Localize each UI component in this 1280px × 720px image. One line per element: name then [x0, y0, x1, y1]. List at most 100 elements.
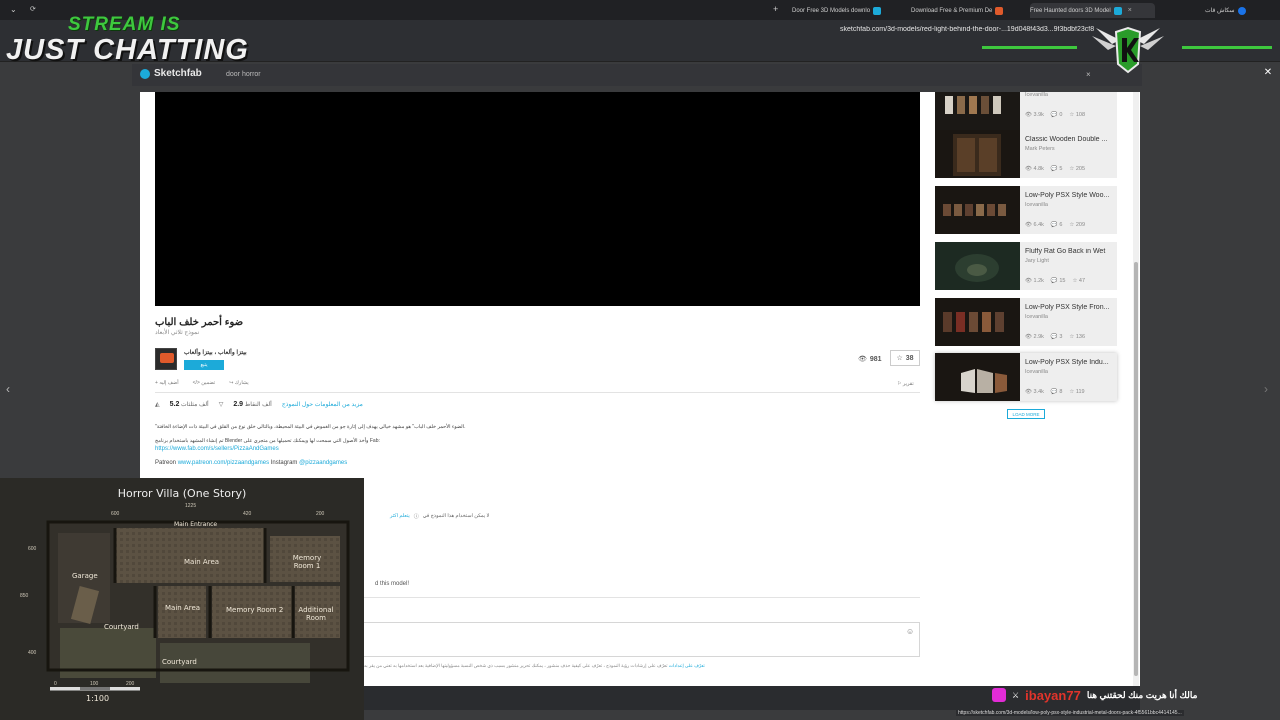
room-label: Main Entrance — [174, 521, 218, 528]
model-author[interactable]: Jary Light — [1025, 258, 1049, 264]
dimension-label: 850 — [20, 593, 29, 599]
front-doors-thumbnail — [943, 312, 1004, 332]
add-to-button[interactable]: + أضف إليه — [155, 380, 179, 386]
triangles-icon: ◭ — [155, 402, 160, 408]
model-name[interactable]: Low-Poly PSX Style Woo... — [1025, 192, 1117, 199]
scrollbar-thumb[interactable] — [1134, 262, 1138, 676]
tab-haunted-doors[interactable]: Free Haunted doors 3D Model × — [1030, 3, 1155, 18]
author-name[interactable]: بيتزا وألعاب ، بيتزا وألعاب — [184, 349, 247, 356]
previous-arrow-icon[interactable]: ‹ — [6, 382, 10, 396]
tab-profile[interactable]: سكاش قات — [1205, 3, 1260, 18]
floorplan-overlay: Horror Villa (One Story) Main Entrance M… — [0, 478, 364, 720]
close-tab-icon[interactable]: × — [1128, 7, 1132, 14]
model-author[interactable]: Icevanilla — [1025, 202, 1048, 208]
model-name[interactable]: Fluffy Rat Go Back in Wet — [1025, 248, 1117, 255]
triangles-stat: 5.2 ألف مثلثات — [169, 401, 209, 408]
eye-icon: 👁 — [858, 356, 867, 363]
model-actions: + أضف إليه </> تضمين ↪ يشارك — [155, 380, 249, 386]
refresh-icon[interactable]: ⟳ — [30, 5, 36, 13]
close-icon[interactable]: ✕ — [1262, 67, 1274, 79]
metal-doors-thumbnail — [961, 369, 1007, 393]
views-value: 981 — [869, 355, 882, 363]
sketchfab-header — [132, 64, 1142, 86]
instagram-link[interactable]: @pizzaandgames — [299, 460, 347, 466]
sketchfab-logo-icon — [140, 68, 150, 79]
tab-label: Free Haunted doors 3D Model — [1030, 7, 1111, 14]
report-button[interactable]: ⚐ تقرير — [897, 381, 914, 387]
next-arrow-icon[interactable]: › — [1264, 382, 1268, 396]
clear-search-icon[interactable]: × — [1086, 70, 1091, 79]
model-name[interactable]: Classic Wooden Double ... — [1025, 136, 1117, 143]
more-info-link[interactable]: مزيد من المعلومات حول النموذج — [282, 401, 363, 408]
chat-message: ⚔ ibayan77 مالك أنا هريت منك لحقتني هنا — [992, 686, 1280, 704]
follow-button[interactable]: يتبع — [184, 360, 224, 370]
model-thumbnail[interactable] — [935, 242, 1020, 290]
model-thumbnail[interactable] — [935, 298, 1020, 346]
license-line: يتعلم اكثر ⓘ لا يمكن استخدام هذا النموذج… — [390, 513, 489, 520]
related-model-card[interactable]: Low-Poly PSX Style Indu... Icevanilla 👁 … — [935, 353, 1117, 401]
room-label: Main Area — [184, 558, 220, 566]
patreon-label: Patreon — [155, 460, 177, 466]
model-author[interactable]: Mark Peters — [1025, 146, 1055, 152]
comment-input[interactable] — [360, 622, 920, 657]
model-thumbnail[interactable] — [935, 186, 1020, 234]
search-input[interactable]: door horror — [226, 71, 261, 78]
dimension-label: 600 — [111, 511, 120, 517]
model-title: ضوء أحمر خلف الباب — [155, 317, 244, 328]
instagram-label: Instagram — [270, 460, 298, 466]
model-thumbnail[interactable] — [935, 353, 1020, 401]
new-tab-button[interactable]: + — [773, 4, 778, 14]
share-button[interactable]: ↪ يشارك — [229, 380, 249, 386]
model-author[interactable]: Icevanilla — [1025, 314, 1048, 320]
related-models: Icevanilla 👁 3.9k 💬 0 ☆ 108 Classic Wooden… — [935, 92, 1117, 686]
model-name[interactable]: Low-Poly PSX Style Fron... — [1025, 304, 1117, 311]
room-label: Additional Room — [298, 606, 334, 622]
room-label: Garage — [72, 572, 98, 580]
author-avatar[interactable] — [155, 348, 177, 370]
dimension-label: 1225 — [185, 503, 197, 509]
related-model-card[interactable]: Low-Poly PSX Style Fron... Icevanilla 👁 … — [935, 298, 1117, 346]
fab-link[interactable]: https://www.fab.com/s/sellers/PizzaAndGa… — [155, 446, 279, 452]
brand-name: Sketchfab — [154, 68, 202, 79]
like-button[interactable]: ☆ 38 — [890, 350, 920, 366]
scale-ratio: 1:100 — [86, 694, 110, 703]
double-door-thumbnail — [953, 134, 1001, 176]
window-menu-icon[interactable]: ⌄ — [10, 5, 17, 14]
scale-tick: 200 — [126, 681, 135, 687]
model-author[interactable]: Icevanilla — [1025, 369, 1048, 375]
tab-door-free[interactable]: Door Free 3D Models downlo — [792, 3, 904, 18]
dimension-label: 200 — [316, 511, 325, 517]
dimension-label: 420 — [243, 511, 252, 517]
heart-badge-icon — [992, 688, 1006, 702]
tab-download-free[interactable]: Download Free & Premium De — [911, 3, 1021, 18]
model-author[interactable]: Icevanilla — [1025, 92, 1048, 98]
model-thumbnail[interactable] — [935, 130, 1020, 178]
model-name[interactable]: Low-Poly PSX Style Indu... — [1025, 359, 1117, 366]
help-icon[interactable]: ⓘ — [414, 513, 419, 520]
model-stats: 👁 1.2k 💬 15 ☆ 47 — [1025, 278, 1086, 284]
profile-favicon-icon — [1237, 6, 1246, 15]
sketchfab-logo[interactable]: Sketchfab — [140, 68, 202, 79]
model-stats: 👁 3.9k 💬 0 ☆ 108 — [1025, 112, 1086, 118]
url-field[interactable]: sketchfab.com/3d-models/red-light-behind… — [840, 26, 1240, 37]
tab-label: Download Free & Premium De — [911, 7, 993, 14]
model-viewer[interactable] — [155, 92, 920, 306]
related-model-card[interactable]: Fluffy Rat Go Back in Wet Jary Light 👁 1… — [935, 242, 1117, 290]
chat-text: مالك أنا هريت منك لحقتني هنا — [1086, 689, 1198, 700]
related-model-card[interactable]: Classic Wooden Double ... Mark Peters 👁 … — [935, 130, 1117, 178]
vertices-icon: ▽ — [218, 402, 224, 408]
divider — [360, 597, 920, 598]
streamer-logo-icon — [1092, 26, 1164, 74]
load-more-button[interactable]: LOAD MORE — [1007, 409, 1045, 419]
terms-link[interactable]: تعرّف على إعدادات — [669, 663, 705, 668]
learn-more-link[interactable]: يتعلم اكثر — [390, 513, 410, 520]
related-model-card[interactable]: Low-Poly PSX Style Woo... Icevanilla 👁 6… — [935, 186, 1117, 234]
embed-button[interactable]: </> تضمين — [193, 380, 216, 386]
room-label: Courtyard — [104, 623, 139, 631]
patreon-link[interactable]: www.patreon.com/pizzaandgames — [178, 460, 269, 466]
comment-prompt: d this model! — [375, 581, 410, 587]
scale-tick: 100 — [90, 681, 99, 687]
emoji-icon[interactable]: ☺ — [906, 627, 914, 636]
room-label: Memory Room 1 — [292, 554, 322, 570]
wooden-doors-thumbnail — [943, 204, 1006, 216]
